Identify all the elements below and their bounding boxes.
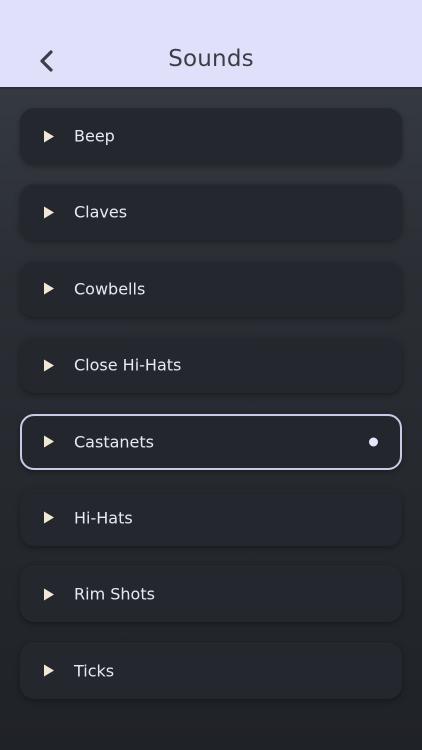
sound-item-label: Close Hi-Hats [74, 355, 182, 375]
play-icon[interactable] [42, 129, 56, 143]
sound-list: Beep Claves Cowbells Close Hi-Hats Casta [20, 108, 402, 719]
sound-item-claves[interactable]: Claves [20, 184, 402, 241]
play-icon[interactable] [42, 664, 56, 678]
sound-item-label: Cowbells [74, 279, 146, 299]
play-icon[interactable] [42, 205, 56, 219]
play-icon[interactable] [42, 435, 56, 449]
sound-item-ticks[interactable]: Ticks [20, 642, 402, 699]
sound-item-beep[interactable]: Beep [20, 108, 402, 164]
sound-item-label: Castanets [74, 432, 154, 452]
sound-item-label: Rim Shots [74, 584, 155, 604]
sounds-screen: Sounds Beep Claves Cowbells Close Hi-Hat… [0, 0, 422, 750]
sound-item-label: Hi-Hats [74, 508, 133, 528]
sound-item-cowbells[interactable]: Cowbells [20, 260, 402, 317]
play-icon[interactable] [42, 358, 56, 372]
play-icon[interactable] [42, 282, 56, 296]
header-bar: Sounds [0, 0, 422, 87]
page-title: Sounds [168, 46, 254, 72]
sound-item-rim-shots[interactable]: Rim Shots [20, 566, 402, 623]
sound-item-hi-hats[interactable]: Hi-Hats [20, 489, 402, 546]
play-icon[interactable] [42, 511, 56, 525]
sound-item-close-hi-hats[interactable]: Close Hi-Hats [20, 337, 402, 394]
header-divider [0, 87, 422, 90]
sound-item-castanets[interactable]: Castanets [20, 413, 402, 470]
play-icon[interactable] [42, 587, 56, 601]
sound-item-label: Claves [74, 202, 128, 222]
sound-item-label: Beep [74, 126, 115, 146]
sound-item-label: Ticks [74, 661, 115, 681]
selected-indicator-icon [369, 437, 378, 447]
